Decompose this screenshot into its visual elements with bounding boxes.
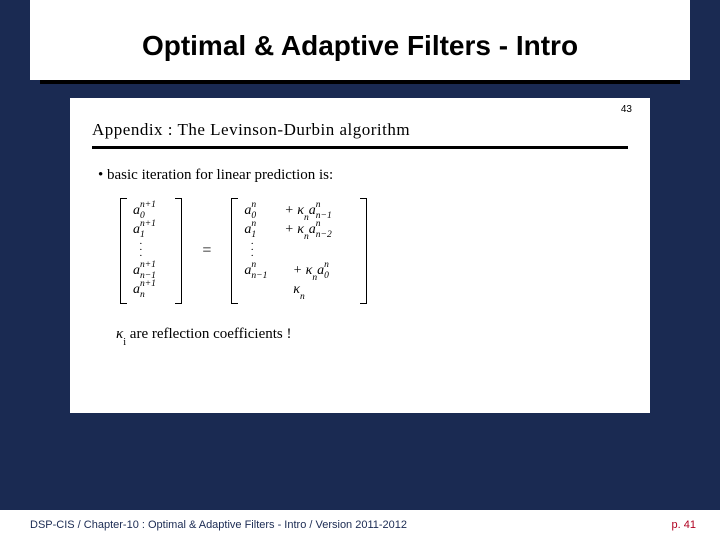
reflection-note: κi are reflection coefficients !: [92, 326, 628, 343]
inner-page-number: 43: [621, 104, 632, 115]
right-bracket-icon: [360, 198, 367, 304]
appendix-rule: [92, 146, 628, 149]
slide-title: Optimal & Adaptive Filters - Intro: [50, 14, 670, 70]
vdots-icon: ···: [133, 240, 169, 262]
lhs-row-3: an+1n−1: [133, 262, 169, 281]
footer-left-text: DSP-CIS / Chapter-10 : Optimal & Adaptiv…: [30, 519, 407, 531]
title-rule: [40, 80, 680, 84]
left-bracket-icon: [231, 198, 238, 304]
rhs-row-3: ann−1 + κnan0: [244, 262, 353, 281]
reflection-text: are reflection coefficients !: [126, 326, 291, 342]
rhs-vector: an0 + κnann−1 an1 + κnann−2 ··· ann−1 + …: [231, 198, 366, 304]
slide: Optimal & Adaptive Filters - Intro 43 Ap…: [0, 0, 720, 540]
rhs-row-2: an1 + κnann−2: [244, 221, 353, 240]
left-bracket-icon: [120, 198, 127, 304]
embedded-slide: 43 Appendix : The Levinson-Durbin algori…: [70, 98, 650, 413]
lhs-row-2: an+11: [133, 221, 169, 240]
bullet-text: • basic iteration for linear prediction …: [92, 167, 628, 184]
matrix-equation: an+10 an+11 ··· an+1n−1 an+1n = an0 + κn…: [92, 198, 628, 304]
kappa-subscript: i: [123, 337, 126, 348]
right-bracket-icon: [175, 198, 182, 304]
rhs-row-1: an0 + κnann−1: [244, 202, 353, 221]
appendix-heading: Appendix : The Levinson-Durbin algorithm: [92, 120, 628, 140]
title-area: Optimal & Adaptive Filters - Intro: [30, 0, 690, 80]
rhs-row-4: κn: [244, 281, 353, 300]
rhs-column: an0 + κnann−1 an1 + κnann−2 ··· ann−1 + …: [238, 198, 359, 304]
footer: DSP-CIS / Chapter-10 : Optimal & Adaptiv…: [0, 510, 720, 540]
page-number: p. 41: [672, 519, 696, 531]
lhs-vector: an+10 an+11 ··· an+1n−1 an+1n: [120, 198, 182, 304]
vdots-icon: ···: [244, 240, 353, 262]
equals-sign: =: [200, 242, 213, 260]
lhs-row-4: an+1n: [133, 281, 169, 300]
lhs-column: an+10 an+11 ··· an+1n−1 an+1n: [127, 198, 175, 304]
